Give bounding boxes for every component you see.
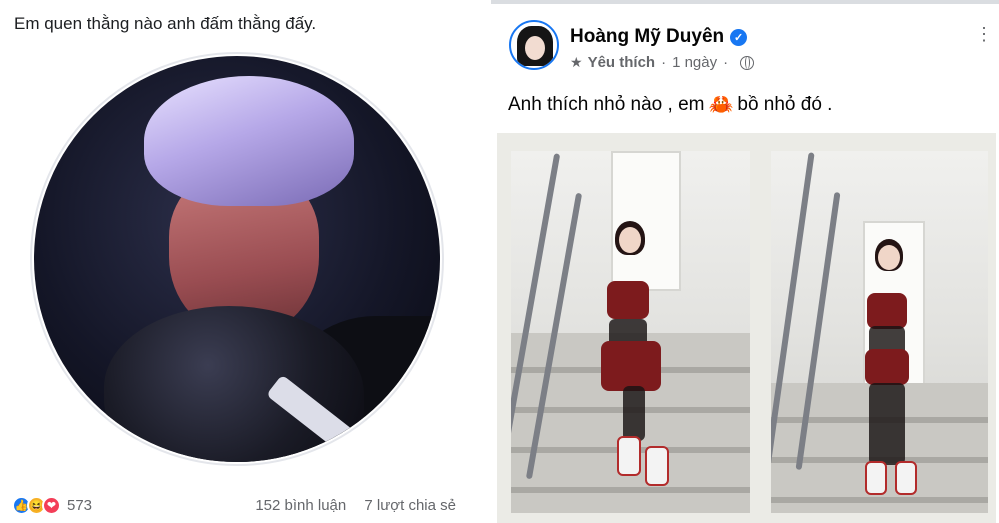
meta-separator: ·	[661, 54, 667, 71]
share-count-link[interactable]: 7 lượt chia sẻ	[364, 497, 456, 514]
post-photo-1[interactable]	[511, 151, 750, 513]
door	[611, 151, 681, 291]
comment-count-link[interactable]: 152 bình luận	[255, 497, 346, 514]
model-leg-mesh	[623, 386, 645, 441]
star-icon: ★	[570, 54, 583, 70]
model-top	[607, 281, 649, 319]
sneaker	[617, 436, 641, 476]
caption-text-start: Anh thích nhỏ nào , em	[508, 93, 705, 115]
author-name-text: Hoàng Mỹ Duyên	[570, 26, 725, 47]
model-top	[867, 293, 907, 329]
model-leg-mesh	[869, 383, 905, 465]
globe-icon	[740, 55, 755, 70]
author-avatar[interactable]	[509, 20, 559, 70]
post-time[interactable]: 1 ngày	[672, 54, 717, 71]
avatar-face	[525, 36, 545, 60]
crab-icon: 🦀	[708, 94, 734, 116]
reaction-summary[interactable]: 👍 😆 ❤ 573	[12, 496, 92, 515]
profile-picture[interactable]	[34, 56, 440, 462]
left-post: Em quen thằng nào anh đấm thằng đấy. 👍 😆…	[0, 0, 490, 523]
reaction-count: 573	[67, 497, 93, 514]
photo-collage	[497, 133, 996, 523]
model-skirt	[865, 349, 909, 385]
post-meta: ★ Yêu thích · 1 ngày ·	[570, 54, 755, 71]
model-skirt	[601, 341, 661, 391]
post-stats: 152 bình luận 7 lượt chia sẻ	[255, 497, 456, 514]
author-name[interactable]: Hoàng Mỹ Duyên ✓	[570, 26, 748, 48]
model-face	[878, 245, 900, 270]
more-options-icon[interactable]: ⋮	[975, 24, 993, 45]
post-photo-2[interactable]	[771, 151, 988, 513]
verified-badge-icon: ✓	[730, 28, 748, 46]
right-post: Hoàng Mỹ Duyên ✓ ★ Yêu thích · 1 ngày · …	[491, 0, 999, 523]
meta-separator-2: ·	[723, 54, 729, 71]
post-caption-right: Anh thích nhỏ nào , em 🦀 bồ nhỏ đó .	[508, 92, 832, 117]
top-divider	[491, 0, 999, 4]
sneaker-2	[645, 446, 669, 486]
love-icon: ❤	[42, 496, 61, 515]
caption-text-end: bồ nhỏ đó .	[737, 93, 833, 115]
sneaker	[865, 461, 887, 495]
favorite-label: Yêu thích	[587, 54, 656, 71]
sneaker-2	[895, 461, 917, 495]
model-face	[619, 227, 641, 253]
photo-hair	[144, 76, 354, 206]
post-caption: Em quen thằng nào anh đấm thằng đấy.	[14, 14, 317, 33]
